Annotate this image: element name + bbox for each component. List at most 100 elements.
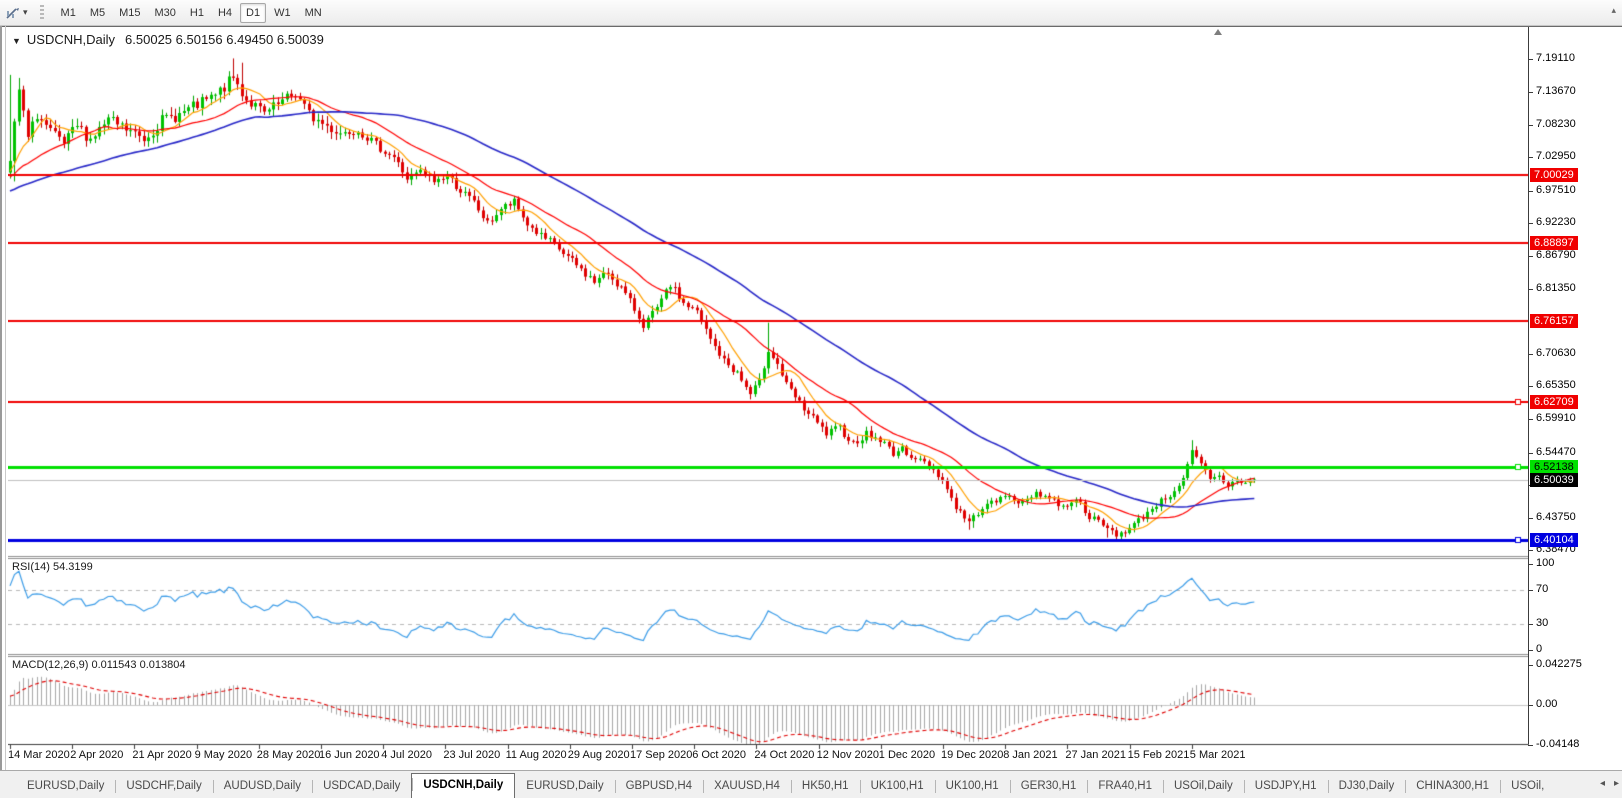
timeframe-buttons: M1M5M15M30H1H4D1W1MN: [54, 3, 329, 23]
timeframe-button-m30[interactable]: M30: [149, 3, 182, 23]
date-axis-label: 8 Jan 2021: [1003, 749, 1057, 761]
date-axis-label: 21 Apr 2020: [132, 749, 191, 761]
price-tick-label: 7.08230: [1536, 118, 1576, 130]
chart-tab-usoil--17[interactable]: USOil,: [1500, 776, 1555, 798]
tab-scroll-right-icon[interactable]: ▸: [1614, 778, 1619, 789]
price-tick-mark: [1528, 157, 1533, 158]
chart-tab-gbpusd-h4-6[interactable]: GBPUSD,H4: [615, 776, 703, 798]
price-line-label-6.62709: 6.62709: [1530, 395, 1578, 409]
chart-tab-dj30-daily-15[interactable]: DJ30,Daily: [1328, 776, 1406, 798]
timeframe-toolbar: ▾ M1M5M15M30H1H4D1W1MN ▴: [0, 0, 1622, 26]
timeframe-button-w1[interactable]: W1: [268, 3, 297, 23]
chart-tabs: EURUSD,DailyUSDCHF,DailyAUDUSD,DailyUSDC…: [16, 773, 1555, 798]
chart-tab-hk50-h1-8[interactable]: HK50,H1: [791, 776, 860, 798]
price-tick-label: 7.02950: [1536, 150, 1576, 162]
date-axis-label: 19 Dec 2020: [941, 749, 1003, 761]
rsi-tick-mark: [1528, 650, 1533, 651]
rsi-scale-label: 30: [1536, 617, 1548, 629]
trading-platform-window: ▾ M1M5M15M30H1H4D1W1MN ▴ ▼ USDCNH,Daily 6.…: [0, 0, 1622, 798]
chart-shift-marker[interactable]: [1214, 29, 1222, 35]
rsi-scale-label: 0: [1536, 643, 1542, 655]
toolbar-drag-handle[interactable]: [40, 5, 44, 21]
chart-tab-usdcnh-daily-4[interactable]: USDCNH,Daily: [411, 773, 515, 798]
chart-title-symbol: USDCNH,Daily: [27, 32, 115, 47]
price-tick-label: 6.81350: [1536, 282, 1576, 294]
timeframe-button-m1[interactable]: M1: [55, 3, 82, 23]
chart-tab-eurusd-daily-0[interactable]: EURUSD,Daily: [16, 776, 115, 798]
price-tick-mark: [1528, 256, 1533, 257]
chart-area: ▼ USDCNH,Daily 6.50025 6.50156 6.49450 6.5…: [0, 26, 1622, 770]
date-axis-label: 24 Oct 2020: [754, 749, 814, 761]
timeframe-button-m5[interactable]: M5: [84, 3, 111, 23]
tab-scroll-controls: ◂ ▸: [1594, 778, 1619, 789]
price-line-label-6.50039: 6.50039: [1530, 473, 1578, 487]
chart-title-ohlc: 6.50025 6.50156 6.49450 6.50039: [125, 32, 324, 47]
chart-title: ▼ USDCNH,Daily 6.50025 6.50156 6.49450 6.5…: [12, 32, 324, 47]
price-line-label-6.76157: 6.76157: [1530, 314, 1578, 328]
price-tick-label: 6.54470: [1536, 446, 1576, 458]
date-axis-label: 11 Aug 2020: [506, 749, 567, 761]
toolbar-overflow-icon[interactable]: ▴: [1611, 5, 1616, 16]
chart-tab-usdcad-daily-3[interactable]: USDCAD,Daily: [312, 776, 411, 798]
date-axis-label: 1 Dec 2020: [879, 749, 935, 761]
date-axis-label: 2 Apr 2020: [70, 749, 123, 761]
price-tick-mark: [1528, 92, 1533, 93]
price-tick-label: 6.43750: [1536, 511, 1576, 523]
price-tick-label: 6.65350: [1536, 379, 1576, 391]
rsi-tick-mark: [1528, 590, 1533, 591]
price-tick-mark: [1528, 354, 1533, 355]
chart-tab-ger30-h1-11[interactable]: GER30,H1: [1010, 776, 1088, 798]
chart-tab-fra40-h1-12[interactable]: FRA40,H1: [1087, 776, 1163, 798]
price-tick-label: 6.59910: [1536, 412, 1576, 424]
date-axis-label: 28 May 2020: [257, 749, 321, 761]
rsi-scale-label: 100: [1536, 557, 1554, 569]
price-tick-label: 6.86790: [1536, 249, 1576, 261]
chart-tools-dropdown-icon[interactable]: ▾: [23, 7, 28, 18]
chart-tab-uk100-h1-10[interactable]: UK100,H1: [935, 776, 1010, 798]
chart-tab-china300-h1-16[interactable]: CHINA300,H1: [1405, 776, 1500, 798]
price-tick-mark: [1528, 289, 1533, 290]
chart-tab-audusd-daily-2[interactable]: AUDUSD,Daily: [213, 776, 312, 798]
timeframe-button-d1[interactable]: D1: [240, 3, 266, 23]
timeframe-button-mn[interactable]: MN: [299, 3, 328, 23]
timeframe-button-h4[interactable]: H4: [212, 3, 238, 23]
date-axis-label: 15 Feb 2021: [1128, 749, 1190, 761]
tab-scroll-left-icon[interactable]: ◂: [1600, 778, 1605, 789]
chart-tab-usdjpy-h1-14[interactable]: USDJPY,H1: [1244, 776, 1328, 798]
timeframe-button-m15[interactable]: M15: [113, 3, 146, 23]
rsi-tick-mark: [1528, 564, 1533, 565]
date-axis-label: 12 Nov 2020: [817, 749, 879, 761]
price-line-label-6.88897: 6.88897: [1530, 236, 1578, 250]
price-tick-label: 6.92230: [1536, 216, 1576, 228]
date-axis-label: 23 Jul 2020: [443, 749, 500, 761]
chart-tab-uk100-h1-9[interactable]: UK100,H1: [860, 776, 935, 798]
date-axis-label: 4 Jul 2020: [381, 749, 432, 761]
chart-tab-eurusd-daily-5[interactable]: EURUSD,Daily: [515, 776, 614, 798]
macd-indicator-label: MACD(12,26,9) 0.011543 0.013804: [12, 659, 185, 671]
chart-border-left-inner: [5, 26, 6, 770]
price-tick-label: 6.97510: [1536, 184, 1576, 196]
price-line-label-6.40104: 6.40104: [1530, 533, 1578, 547]
chart-tab-xauusd-h4-7[interactable]: XAUUSD,H4: [703, 776, 791, 798]
chart-border-top: [0, 26, 1622, 27]
timeframe-button-h1[interactable]: H1: [184, 3, 210, 23]
price-tick-mark: [1528, 223, 1533, 224]
chart-border-left: [0, 26, 2, 770]
date-axis-label: 16 Jun 2020: [319, 749, 380, 761]
price-tick-mark: [1528, 125, 1533, 126]
price-chart-canvas[interactable]: [8, 27, 1529, 769]
chart-tools-icon[interactable]: [4, 4, 22, 22]
date-axis-label: 27 Jan 2021: [1065, 749, 1126, 761]
date-axis-label: 17 Sep 2020: [630, 749, 692, 761]
price-line-label-7.00029: 7.00029: [1530, 168, 1578, 182]
chart-tab-bar: EURUSD,DailyUSDCHF,DailyAUDUSD,DailyUSDC…: [0, 770, 1622, 798]
chart-tab-usdchf-daily-1[interactable]: USDCHF,Daily: [115, 776, 212, 798]
price-tick-mark: [1528, 419, 1533, 420]
macd-scale-label: 0.00: [1536, 698, 1557, 710]
chart-collapse-icon[interactable]: ▼: [12, 36, 21, 46]
price-tick-mark: [1528, 550, 1533, 551]
chart-tab-usoil-daily-13[interactable]: USOil,Daily: [1163, 776, 1244, 798]
date-axis-label: 6 Oct 2020: [692, 749, 746, 761]
rsi-tick-mark: [1528, 624, 1533, 625]
date-axis-label: 29 Aug 2020: [568, 749, 630, 761]
